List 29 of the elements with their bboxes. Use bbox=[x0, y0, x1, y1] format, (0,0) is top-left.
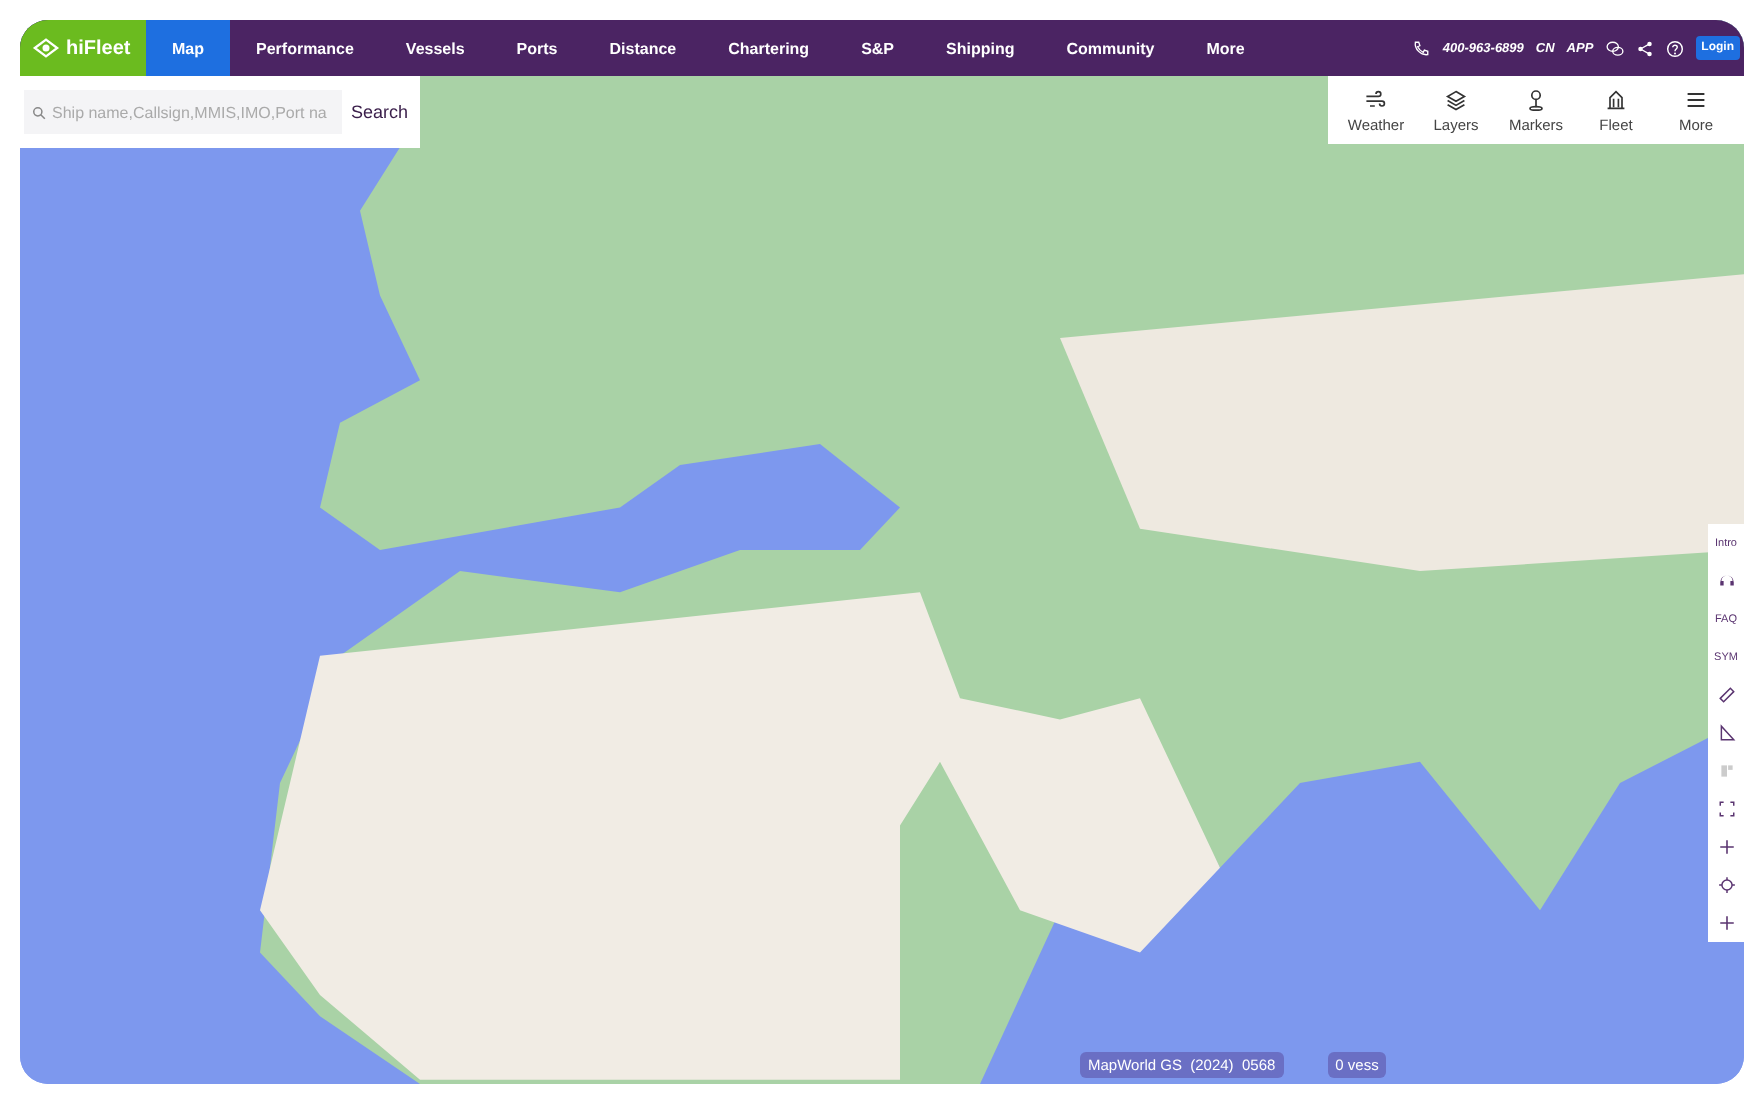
share-icon[interactable] bbox=[1635, 39, 1654, 57]
search-button[interactable]: Search bbox=[342, 102, 412, 122]
expand-icon bbox=[1717, 800, 1735, 818]
search-field[interactable]: Ship name,Callsign,MMIS,IMO,Port na bbox=[24, 90, 343, 134]
help-icon[interactable] bbox=[1665, 39, 1684, 57]
wind-icon bbox=[1364, 87, 1388, 111]
nav-tab[interactable]: Community bbox=[1040, 20, 1181, 76]
menu-icon bbox=[1684, 87, 1708, 111]
nav-tab[interactable]: Map bbox=[146, 20, 230, 76]
headset-icon bbox=[1717, 572, 1735, 590]
nav-tab[interactable]: Ports bbox=[490, 20, 584, 76]
plus-icon bbox=[1717, 914, 1735, 932]
pin-icon bbox=[1524, 87, 1548, 111]
chat-icon[interactable] bbox=[1605, 39, 1624, 57]
nav-tab[interactable]: Chartering bbox=[702, 20, 836, 76]
nav-tab[interactable]: Shipping bbox=[920, 20, 1041, 76]
target-icon bbox=[1717, 876, 1735, 894]
layers-icon bbox=[1444, 87, 1468, 111]
nav-tab[interactable]: Vessels bbox=[379, 20, 491, 76]
nav-tab[interactable]: S&P bbox=[835, 20, 921, 76]
nav-tab[interactable]: Performance bbox=[230, 20, 380, 76]
panel-icon bbox=[1717, 762, 1735, 780]
plus-icon bbox=[1717, 838, 1735, 856]
ruler-icon bbox=[1717, 686, 1735, 704]
phone-icon bbox=[1412, 39, 1431, 57]
search-icon bbox=[32, 105, 46, 119]
nav-tab[interactable]: More bbox=[1180, 20, 1271, 76]
brand-name: hiFleet bbox=[66, 37, 131, 59]
nav-tab[interactable]: Distance bbox=[583, 20, 703, 76]
